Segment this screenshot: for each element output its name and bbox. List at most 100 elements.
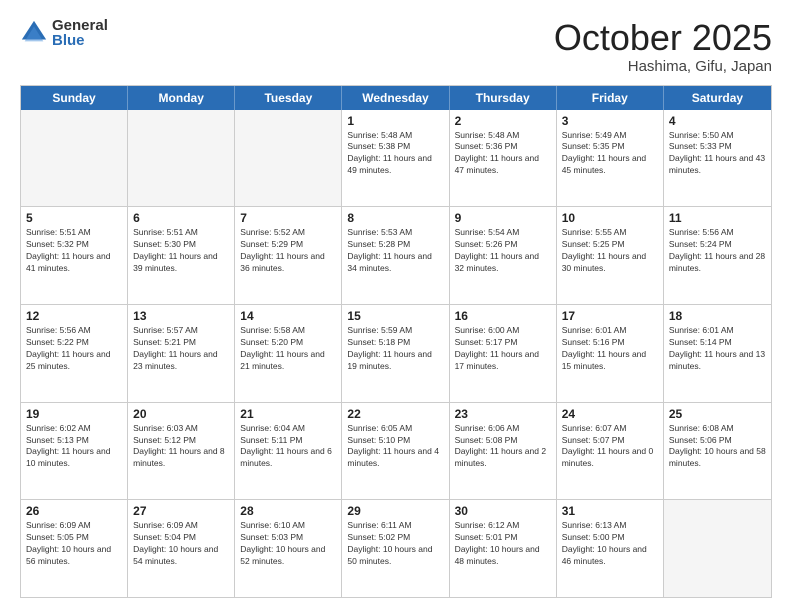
day-info: Sunrise: 6:11 AM Sunset: 5:02 PM Dayligh… [347, 520, 443, 568]
day-cell: 17 Sunrise: 6:01 AM Sunset: 5:16 PM Dayli… [557, 305, 664, 402]
day-info: Sunrise: 5:55 AM Sunset: 5:25 PM Dayligh… [562, 227, 658, 275]
day-number: 1 [347, 114, 443, 128]
day-number: 27 [133, 504, 229, 518]
day-number: 21 [240, 407, 336, 421]
day-cell: 23Sunrise: 6:06 AM Sunset: 5:08 PM Dayli… [450, 403, 557, 500]
logo-blue: Blue [52, 33, 108, 48]
day-number: 14 [240, 309, 336, 323]
day-cell: 21 Sunrise: 6:04 AM Sunset: 5:11 PM Dayli… [235, 403, 342, 500]
day-cell: 7 Sunrise: 5:52 AM Sunset: 5:29 PM Daylig… [235, 207, 342, 304]
day-number: 12 [26, 309, 122, 323]
weekday-header: Wednesday [342, 86, 449, 110]
day-info: Sunrise: 5:50 AM Sunset: 5:33 PM Dayligh… [669, 130, 766, 178]
day-cell: 1 Sunrise: 5:48 AM Sunset: 5:38 PM Daylig… [342, 110, 449, 207]
day-cell: 5 Sunrise: 5:51 AM Sunset: 5:32 PM Daylig… [21, 207, 128, 304]
day-info: Sunrise: 6:09 AM Sunset: 5:04 PM Dayligh… [133, 520, 229, 568]
day-cell: 4 Sunrise: 5:50 AM Sunset: 5:33 PM Daylig… [664, 110, 771, 207]
day-info: Sunrise: 5:53 AM Sunset: 5:28 PM Dayligh… [347, 227, 443, 275]
day-number: 3 [562, 114, 658, 128]
day-info: Sunrise: 6:04 AM Sunset: 5:11 PM Dayligh… [240, 423, 336, 471]
logo-general: General [52, 18, 108, 33]
day-cell: 9Sunrise: 5:54 AM Sunset: 5:26 PM Daylig… [450, 207, 557, 304]
day-info: Sunrise: 6:08 AM Sunset: 5:06 PM Dayligh… [669, 423, 766, 471]
day-info: Sunrise: 5:59 AM Sunset: 5:18 PM Dayligh… [347, 325, 443, 373]
calendar-row: 1 Sunrise: 5:48 AM Sunset: 5:38 PM Daylig… [21, 110, 771, 208]
day-info: Sunrise: 5:56 AM Sunset: 5:22 PM Dayligh… [26, 325, 122, 373]
day-number: 22 [347, 407, 443, 421]
weekday-header: Tuesday [235, 86, 342, 110]
day-cell: 16 Sunrise: 6:00 AM Sunset: 5:17 PM Dayli… [450, 305, 557, 402]
day-info: Sunrise: 5:48 AM Sunset: 5:38 PM Dayligh… [347, 130, 443, 178]
day-number: 11 [669, 211, 766, 225]
day-cell: 14 Sunrise: 5:58 AM Sunset: 5:20 PM Dayli… [235, 305, 342, 402]
day-cell: 6Sunrise: 5:51 AM Sunset: 5:30 PM Daylig… [128, 207, 235, 304]
empty-cell [21, 110, 128, 207]
calendar-row: 5 Sunrise: 5:51 AM Sunset: 5:32 PM Daylig… [21, 207, 771, 305]
day-number: 19 [26, 407, 122, 421]
empty-cell [664, 500, 771, 597]
day-cell: 30 Sunrise: 6:12 AM Sunset: 5:01 PM Dayli… [450, 500, 557, 597]
day-cell: 8 Sunrise: 5:53 AM Sunset: 5:28 PM Daylig… [342, 207, 449, 304]
day-number: 18 [669, 309, 766, 323]
day-cell: 28Sunrise: 6:10 AM Sunset: 5:03 PM Dayli… [235, 500, 342, 597]
day-info: Sunrise: 6:02 AM Sunset: 5:13 PM Dayligh… [26, 423, 122, 471]
day-cell: 10 Sunrise: 5:55 AM Sunset: 5:25 PM Dayli… [557, 207, 664, 304]
day-number: 5 [26, 211, 122, 225]
day-number: 13 [133, 309, 229, 323]
day-info: Sunrise: 5:57 AM Sunset: 5:21 PM Dayligh… [133, 325, 229, 373]
day-cell: 3 Sunrise: 5:49 AM Sunset: 5:35 PM Daylig… [557, 110, 664, 207]
calendar: SundayMondayTuesdayWednesdayThursdayFrid… [20, 85, 772, 598]
day-number: 26 [26, 504, 122, 518]
day-number: 6 [133, 211, 229, 225]
day-number: 17 [562, 309, 658, 323]
day-cell: 13 Sunrise: 5:57 AM Sunset: 5:21 PM Dayli… [128, 305, 235, 402]
day-cell: 18 Sunrise: 6:01 AM Sunset: 5:14 PM Dayli… [664, 305, 771, 402]
day-info: Sunrise: 6:12 AM Sunset: 5:01 PM Dayligh… [455, 520, 551, 568]
day-cell: 12 Sunrise: 5:56 AM Sunset: 5:22 PM Dayli… [21, 305, 128, 402]
day-number: 16 [455, 309, 551, 323]
empty-cell [235, 110, 342, 207]
day-number: 8 [347, 211, 443, 225]
day-number: 30 [455, 504, 551, 518]
day-info: Sunrise: 5:58 AM Sunset: 5:20 PM Dayligh… [240, 325, 336, 373]
day-number: 25 [669, 407, 766, 421]
day-number: 29 [347, 504, 443, 518]
weekday-header: Friday [557, 86, 664, 110]
day-cell: 24Sunrise: 6:07 AM Sunset: 5:07 PM Dayli… [557, 403, 664, 500]
day-number: 7 [240, 211, 336, 225]
day-info: Sunrise: 6:01 AM Sunset: 5:14 PM Dayligh… [669, 325, 766, 373]
day-info: Sunrise: 5:51 AM Sunset: 5:32 PM Dayligh… [26, 227, 122, 275]
weekday-header: Monday [128, 86, 235, 110]
day-number: 4 [669, 114, 766, 128]
day-cell: 26 Sunrise: 6:09 AM Sunset: 5:05 PM Dayli… [21, 500, 128, 597]
page: General Blue October 2025 Hashima, Gifu,… [0, 0, 792, 612]
calendar-header: SundayMondayTuesdayWednesdayThursdayFrid… [21, 86, 771, 110]
day-number: 10 [562, 211, 658, 225]
day-cell: 29 Sunrise: 6:11 AM Sunset: 5:02 PM Dayli… [342, 500, 449, 597]
location: Hashima, Gifu, Japan [554, 58, 772, 75]
day-info: Sunrise: 5:49 AM Sunset: 5:35 PM Dayligh… [562, 130, 658, 178]
day-cell: 27 Sunrise: 6:09 AM Sunset: 5:04 PM Dayli… [128, 500, 235, 597]
day-info: Sunrise: 6:07 AM Sunset: 5:07 PM Dayligh… [562, 423, 658, 471]
day-info: Sunrise: 5:56 AM Sunset: 5:24 PM Dayligh… [669, 227, 766, 275]
day-number: 20 [133, 407, 229, 421]
day-info: Sunrise: 6:00 AM Sunset: 5:17 PM Dayligh… [455, 325, 551, 373]
day-number: 9 [455, 211, 551, 225]
empty-cell [128, 110, 235, 207]
day-number: 15 [347, 309, 443, 323]
day-cell: 20 Sunrise: 6:03 AM Sunset: 5:12 PM Dayli… [128, 403, 235, 500]
title-area: October 2025 Hashima, Gifu, Japan [554, 18, 772, 75]
day-cell: 11 Sunrise: 5:56 AM Sunset: 5:24 PM Dayli… [664, 207, 771, 304]
day-cell: 31Sunrise: 6:13 AM Sunset: 5:00 PM Dayli… [557, 500, 664, 597]
calendar-body: 1 Sunrise: 5:48 AM Sunset: 5:38 PM Daylig… [21, 110, 771, 597]
day-info: Sunrise: 6:09 AM Sunset: 5:05 PM Dayligh… [26, 520, 122, 568]
weekday-header: Saturday [664, 86, 771, 110]
day-cell: 15 Sunrise: 5:59 AM Sunset: 5:18 PM Dayli… [342, 305, 449, 402]
calendar-row: 26 Sunrise: 6:09 AM Sunset: 5:05 PM Dayli… [21, 500, 771, 597]
day-info: Sunrise: 6:05 AM Sunset: 5:10 PM Dayligh… [347, 423, 443, 471]
day-info: Sunrise: 6:03 AM Sunset: 5:12 PM Dayligh… [133, 423, 229, 471]
day-info: Sunrise: 5:48 AM Sunset: 5:36 PM Dayligh… [455, 130, 551, 178]
day-info: Sunrise: 5:52 AM Sunset: 5:29 PM Dayligh… [240, 227, 336, 275]
day-cell: 22 Sunrise: 6:05 AM Sunset: 5:10 PM Dayli… [342, 403, 449, 500]
day-info: Sunrise: 6:01 AM Sunset: 5:16 PM Dayligh… [562, 325, 658, 373]
